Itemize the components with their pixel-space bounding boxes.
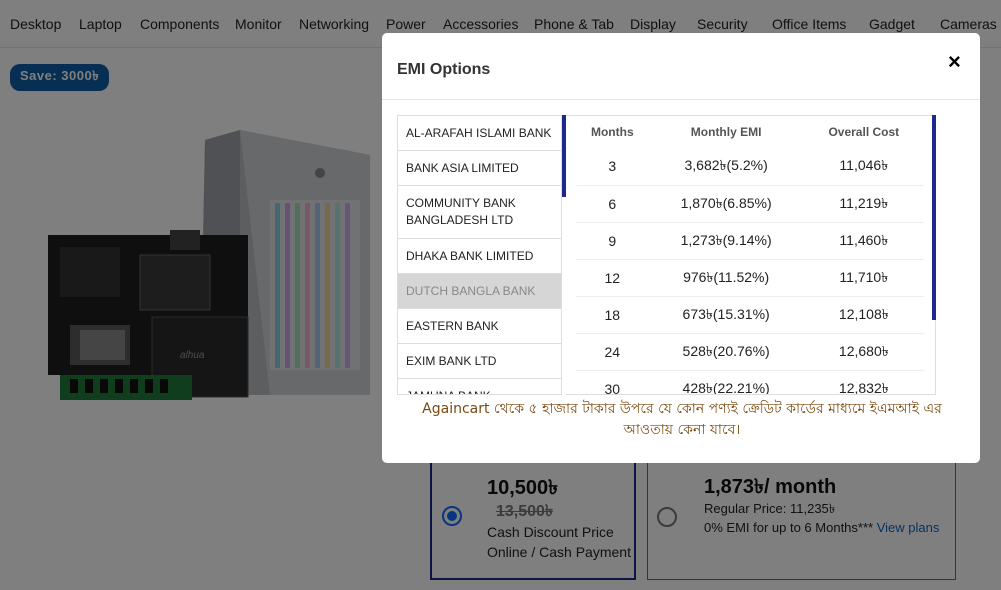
emi-table-scrollbar[interactable] [932,115,936,320]
modal-title: EMI Options [397,61,491,78]
table-header-months: Months [590,125,634,139]
months-cell: 18 [576,296,649,334]
bank-item[interactable]: DHAKA BANK LIMITED [398,239,561,274]
table-row: 6 1,870৳(6.85%) 11,219৳ [576,185,924,223]
emi-options-modal: EMI Options × AL-ARAFAH ISLAMI BANK BANK… [382,33,980,463]
table-header-overall-cost: Overall Cost [828,125,900,139]
emi-table: Months Monthly EMI Overall Cost 3 3,682৳… [566,115,936,395]
months-cell: 6 [576,185,649,223]
overall-cost-cell: 11,219৳ [803,185,924,223]
bank-item-selected[interactable]: DUTCH BANGLA BANK [398,274,561,309]
table-row: 18 673৳(15.31%) 12,108৳ [576,296,924,334]
bank-item[interactable]: AL-ARAFAH ISLAMI BANK [398,116,561,151]
bank-item[interactable]: JAMUNA BANK [398,379,561,394]
monthly-emi-cell: 428৳(22.21%) [648,370,804,394]
table-row: 24 528৳(20.76%) 12,680৳ [576,333,924,371]
overall-cost-cell: 12,832৳ [803,370,924,394]
overall-cost-cell: 12,680৳ [803,333,924,371]
months-cell: 30 [576,370,649,394]
months-cell: 9 [576,222,649,260]
monthly-emi-cell: 976৳(11.52%) [648,259,804,297]
table-header-monthly-emi: Monthly EMI [690,125,762,139]
months-cell: 12 [576,259,649,297]
monthly-emi-cell: 3,682৳(5.2%) [648,148,804,186]
overall-cost-cell: 12,108৳ [803,296,924,334]
bank-item[interactable]: EXIM BANK LTD [398,344,561,379]
emi-info-note: Againcart থেকে ৫ হাজার টাকার উপরে যে কোন… [422,401,942,438]
monthly-emi-cell: 673৳(15.31%) [648,296,804,334]
table-row: 30 428৳(22.21%) 12,832৳ [576,370,924,394]
months-cell: 24 [576,333,649,371]
table-row: 3 3,682৳(5.2%) 11,046৳ [576,148,924,186]
bank-item[interactable]: BANK ASIA LIMITED [398,151,561,186]
bank-item[interactable]: EASTERN BANK [398,309,561,344]
monthly-emi-cell: 1,273৳(9.14%) [648,222,804,260]
monthly-emi-cell: 1,870৳(6.85%) [648,185,804,223]
modal-divider [382,99,980,100]
bank-item[interactable]: COMMUNITY BANK BANGLADESH LTD [398,186,561,239]
overall-cost-cell: 11,046৳ [803,148,924,186]
overall-cost-cell: 11,460৳ [803,222,924,260]
monthly-emi-cell: 528৳(20.76%) [648,333,804,371]
table-row: 9 1,273৳(9.14%) 11,460৳ [576,222,924,260]
overall-cost-cell: 11,710৳ [803,259,924,297]
months-cell: 3 [576,148,649,186]
table-row: 12 976৳(11.52%) 11,710৳ [576,259,924,297]
close-icon[interactable]: × [948,49,961,75]
bank-list[interactable]: AL-ARAFAH ISLAMI BANK BANK ASIA LIMITED … [397,115,562,395]
